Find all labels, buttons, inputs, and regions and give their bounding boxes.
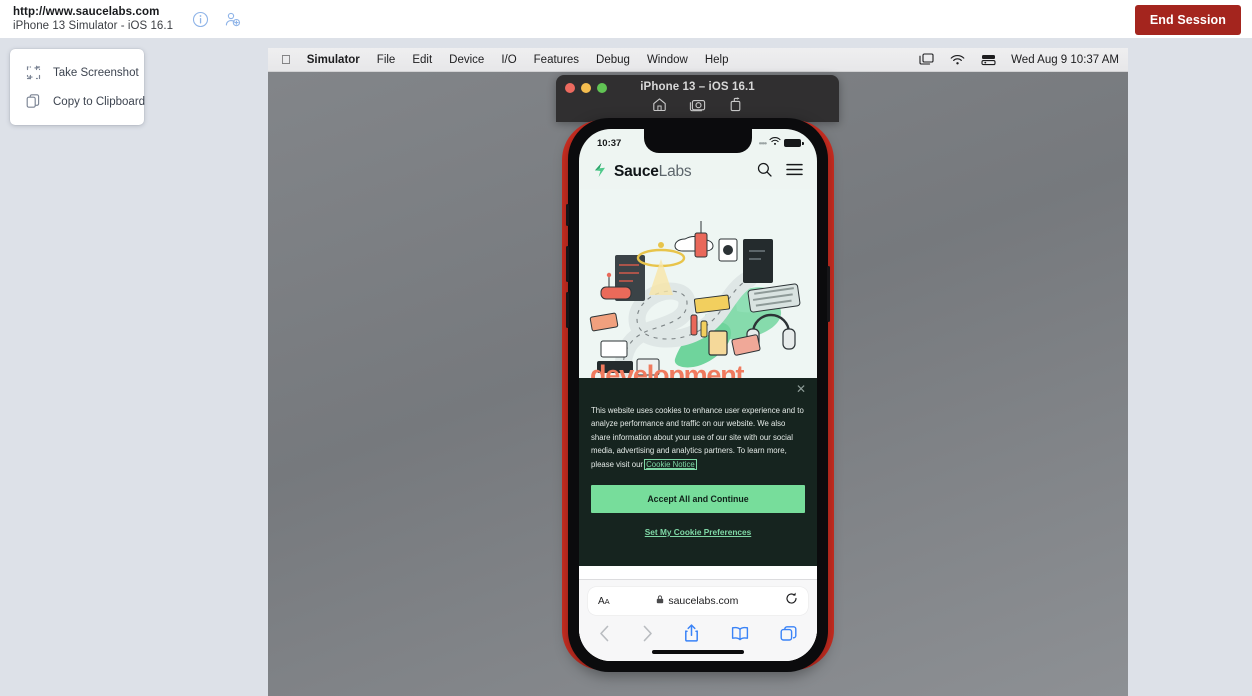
simulator-stage:  Simulator File Edit Device I/O Feature… [268,48,1128,696]
cookie-consent-banner: ✕ This website uses cookies to enhance u… [579,378,817,566]
saucelabs-brand[interactable]: SauceLabs [592,162,692,183]
session-topbar: http://www.saucelabs.com iPhone 13 Simul… [0,0,1252,38]
macos-menubar:  Simulator File Edit Device I/O Feature… [268,48,1128,72]
menu-io[interactable]: I/O [501,54,516,66]
cookie-text-body: This website uses cookies to enhance use… [591,406,804,469]
session-device: iPhone 13 Simulator - iOS 16.1 [13,20,174,32]
control-center-icon[interactable] [981,54,996,66]
traffic-lights [565,83,607,93]
window-zoom-button[interactable] [597,83,607,93]
brand-name: SauceLabs [614,163,692,181]
url-display[interactable]: saucelabs.com [610,595,785,607]
volume-down-button[interactable] [566,292,569,328]
menu-edit[interactable]: Edit [412,54,432,66]
iphone-frame: 10:37 •••• SauceLabs development ✕ This … [566,118,830,672]
session-url: http://www.saucelabs.com [13,5,160,18]
rotate-icon[interactable] [728,97,743,112]
menubar-clock[interactable]: Wed Aug 9 10:37 AM [1011,54,1119,66]
close-icon[interactable]: ✕ [796,383,806,395]
battery-icon [784,139,804,147]
wifi-icon[interactable] [950,54,965,66]
search-icon[interactable] [757,162,772,182]
share-icon[interactable] [684,624,699,647]
forward-icon [642,625,653,647]
screenshot-camera-icon[interactable] [689,97,706,112]
mute-switch[interactable] [566,204,569,226]
take-screenshot-button[interactable]: Take Screenshot [10,58,144,87]
menu-simulator[interactable]: Simulator [307,54,360,66]
home-indicator [652,650,744,654]
brand-light: Labs [658,163,692,180]
crop-plus-icon [25,64,42,81]
volume-up-button[interactable] [566,246,569,282]
add-user-icon[interactable] [224,11,241,28]
lock-icon [656,595,664,607]
notch [644,129,752,153]
info-circle-icon[interactable] [192,11,209,28]
iphone-device: 10:37 •••• SauceLabs development ✕ This … [562,118,834,672]
bookmarks-icon[interactable] [731,626,749,646]
menu-device[interactable]: Device [449,54,484,66]
safari-toolbar [579,615,817,647]
simulator-window: iPhone 13 – iOS 16.1 [556,75,839,122]
wifi-icon [769,137,781,149]
cellular-dots-icon: •••• [758,138,767,148]
menu-window[interactable]: Window [647,54,688,66]
simulator-window-tools [556,97,839,112]
back-icon [599,625,610,647]
simulator-window-chrome: iPhone 13 – iOS 16.1 [556,75,839,122]
status-indicators: •••• [758,137,804,149]
text-size-button[interactable]: AA [598,596,610,607]
safari-bottom-bar: AA saucelabs.com [579,579,817,661]
cookie-preferences-link[interactable]: Set My Cookie Preferences [591,527,805,537]
saucelabs-logo-icon [592,162,608,183]
copy-pages-icon [25,93,42,110]
tabs-icon[interactable] [780,625,797,647]
site-header: SauceLabs [579,155,817,189]
screenshot-tool-panel: Take Screenshot Copy to Clipboard [10,49,146,125]
hero-illustration [579,189,817,389]
accept-all-button[interactable]: Accept All and Continue [591,485,805,514]
take-screenshot-label: Take Screenshot [53,66,139,79]
iphone-screen[interactable]: 10:37 •••• SauceLabs development ✕ This … [579,129,817,661]
copy-to-clipboard-label: Copy to Clipboard [53,95,146,108]
menu-debug[interactable]: Debug [596,54,630,66]
menu-file[interactable]: File [377,54,396,66]
window-close-button[interactable] [565,83,575,93]
window-minimize-button[interactable] [581,83,591,93]
brand-bold: Sauce [614,163,659,180]
header-icons [757,162,803,182]
power-button[interactable] [827,266,830,322]
menu-features[interactable]: Features [534,54,579,66]
session-meta: http://www.saucelabs.com iPhone 13 Simul… [13,5,173,34]
cookie-banner-text: This website uses cookies to enhance use… [591,404,805,471]
url-domain: saucelabs.com [668,595,739,607]
safari-url-bar[interactable]: AA saucelabs.com [588,587,808,615]
home-icon[interactable] [652,97,667,112]
menu-help[interactable]: Help [705,54,729,66]
screen-mirroring-icon[interactable] [919,53,934,66]
apple-logo-icon[interactable]:  [281,53,291,66]
cookie-notice-link[interactable]: Cookie Notice [644,458,697,470]
end-session-button[interactable]: End Session [1134,5,1241,35]
topbar-icons [192,11,241,28]
copy-to-clipboard-button[interactable]: Copy to Clipboard [10,87,146,116]
status-time: 10:37 [597,137,622,149]
hamburger-menu-icon[interactable] [786,163,803,181]
reload-icon[interactable] [785,592,798,610]
